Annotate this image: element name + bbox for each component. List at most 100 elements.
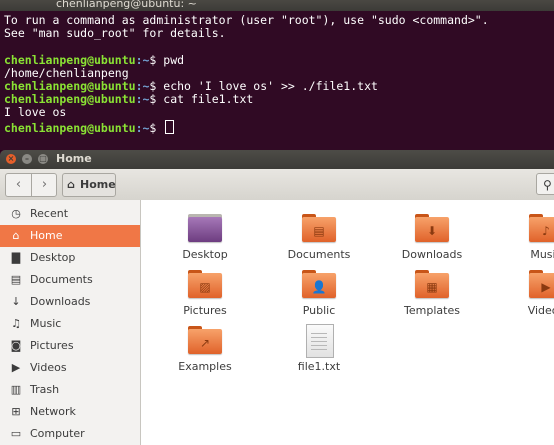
sidebar-item-home[interactable]: ⌂ Home [0,225,140,247]
sidebar-item-label: Music [30,317,62,330]
terminal-prompt-line: chenlianpeng@ubuntu:~$ [4,119,175,135]
prompt-path: :~ [135,120,150,135]
terminal-titlebar[interactable]: chenlianpeng@ubuntu: ~ [0,0,554,11]
navigation-buttons: ‹ › [5,173,57,197]
prompt-path: :~ [135,79,150,93]
folder-emblem-icon: ▨ [199,280,211,294]
file-view[interactable]: Desktop ▤ Documents ⬇ Downloads ♪ Music ▨ Pictur… [141,200,554,445]
sidebar-item-computer[interactable]: ▭ Computer [0,423,140,445]
sidebar-item-pictures[interactable]: ◙ Pictures [0,335,140,357]
sidebar-item-downloads[interactable]: ↓ Downloads [0,291,140,313]
prompt-sign: $ [149,52,164,67]
folder-icon: ♪ [529,214,554,242]
file-item-file1-txt[interactable]: file1.txt [279,320,359,380]
file-item-templates[interactable]: ▦ Templates [392,264,472,324]
sidebar-item-label: Home [30,229,63,242]
sidebar-item-label: Documents [30,273,93,286]
close-window-button[interactable]: × [6,154,16,164]
sidebar-item-trash[interactable]: ▥ Trash [0,379,140,401]
breadcrumb-home[interactable]: ⌂ Home [62,173,116,197]
file-label: Downloads [401,248,463,261]
search-icon: ⚲ [543,178,552,192]
folder-emblem-icon: ▤ [313,224,325,238]
sidebar-item-music[interactable]: ♫ Music [0,313,140,335]
folder-icon: ▦ [415,270,449,298]
sidebar-item-label: Computer [30,427,85,440]
chevron-left-icon: ‹ [15,177,22,192]
prompt-command: pwd [163,52,185,67]
documents-icon: ▤ [10,273,22,286]
file-label: Examples [178,360,232,373]
file-item-videos[interactable]: ▶ Videos [506,264,554,324]
videos-icon: ▶ [11,361,21,374]
files-toolbar: ‹ › ⌂ Home ⚲ [0,169,554,201]
sidebar-item-label: Recent [30,207,69,220]
folder-emblem-icon: ▶ [541,280,551,294]
pictures-icon: ◙ [10,339,22,352]
folder-icon: ▶ [529,270,554,298]
file-label: Pictures [183,304,227,317]
file-item-music[interactable]: ♪ Music [506,208,554,268]
file-item-desktop[interactable]: Desktop [165,208,245,268]
folder-icon: ▨ [188,270,222,298]
search-button[interactable]: ⚲ [536,173,554,195]
breadcrumb-label: Home [80,178,116,191]
prompt-sign: $ [149,92,164,107]
desktop-icon: ▇ [11,251,21,264]
home-icon: ⌂ [67,178,75,191]
file-item-examples[interactable]: ↗ Examples [165,320,245,380]
sidebar-item-network[interactable]: ⊞ Network [0,401,140,423]
file-label: Public [302,304,336,317]
home-icon: ⌂ [12,229,20,242]
terminal-prompt-line: chenlianpeng@ubuntu:~$ cat file1.txt [4,93,253,106]
sidebar-item-label: Desktop [30,251,76,264]
file-label: Documents [287,248,351,261]
file-label: Music [530,248,554,261]
folder-emblem-icon: ▦ [426,280,438,294]
forward-button[interactable]: › [32,174,57,196]
sidebar-item-videos[interactable]: ▶ Videos [0,357,140,379]
folder-icon: 👤 [302,270,336,298]
prompt-command: cat file1.txt [163,92,254,107]
folder-emblem-icon: ↗ [199,336,211,350]
trash-icon: ▥ [10,383,22,396]
sidebar-item-label: Network [30,405,76,418]
network-icon: ⊞ [11,405,21,418]
file-item-public[interactable]: 👤 Public [279,264,359,324]
terminal-output-line: To run a command as administrator (user … [4,13,489,27]
terminal-output-line: /home/chenlianpeng [4,65,129,80]
maximize-window-button[interactable]: □ [38,154,48,164]
folder-emblem-icon: ♪ [542,224,550,238]
file-item-documents[interactable]: ▤ Documents [279,208,359,268]
prompt-user: chenlianpeng@ubuntu [4,79,136,93]
terminal-output[interactable]: To run a command as administrator (user … [0,11,554,150]
file-item-downloads[interactable]: ⬇ Downloads [392,208,472,268]
sidebar-item-recent[interactable]: ◷ Recent [0,203,140,225]
folder-icon: ▤ [302,214,336,242]
chevron-right-icon: › [41,177,48,192]
file-label: Templates [404,304,460,317]
prompt-path: :~ [135,92,150,107]
file-label: Desktop [182,248,228,261]
terminal-prompt-line: chenlianpeng@ubuntu:~$ pwd [4,52,185,67]
sidebar-item-desktop[interactable]: ▇ Desktop [0,247,140,269]
file-item-pictures[interactable]: ▨ Pictures [165,264,245,324]
prompt-user: chenlianpeng@ubuntu [4,92,136,107]
prompt-command: echo 'I love os' >> ./file1.txt [163,79,378,93]
folder-emblem-icon: ⬇ [426,224,438,238]
terminal-cursor [165,119,175,134]
downloads-icon: ↓ [11,295,21,308]
files-titlebar[interactable]: × – □ Home [0,150,554,169]
back-button[interactable]: ‹ [6,174,31,196]
terminal-output-line: I love os [4,105,67,120]
prompt-sign: $ [149,79,164,93]
folder-emblem-icon: 👤 [311,280,327,294]
sidebar-item-label: Pictures [30,339,74,352]
prompt-user: chenlianpeng@ubuntu [4,120,136,135]
minimize-window-button[interactable]: – [22,154,32,164]
folder-icon: ⬇ [415,214,449,242]
text-file-icon [306,324,334,358]
recent-icon: ◷ [11,207,21,220]
file-label: file1.txt [297,360,341,373]
sidebar-item-documents[interactable]: ▤ Documents [0,269,140,291]
